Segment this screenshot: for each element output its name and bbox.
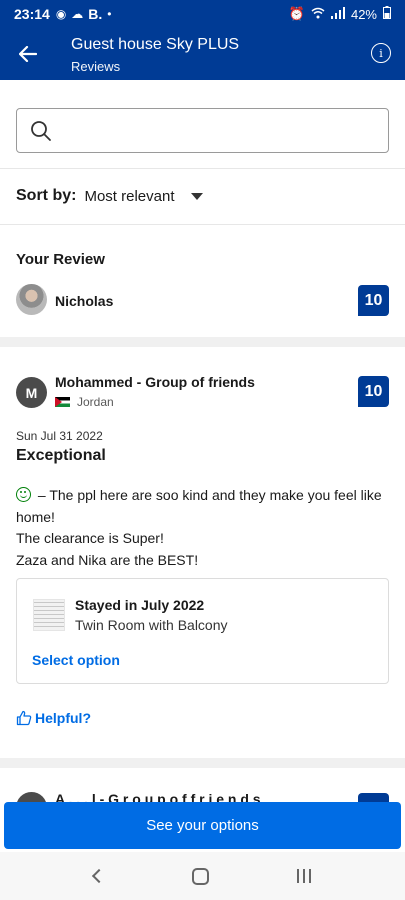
review-body: – The ppl here are soo kind and they mak… <box>16 485 386 571</box>
avatar <box>16 284 47 315</box>
reviewer-avatar: M <box>16 377 47 408</box>
search-input[interactable] <box>63 117 373 145</box>
notification-letter: B. <box>88 6 103 22</box>
system-nav-bar <box>0 852 405 900</box>
info-button[interactable]: i <box>371 43 391 63</box>
reviewer-avatar <box>16 792 47 802</box>
section-gap <box>0 758 405 768</box>
search-box[interactable] <box>16 108 389 153</box>
page-title: Guest house Sky PLUS <box>71 36 240 53</box>
nav-back-icon[interactable] <box>91 868 107 884</box>
room-type: Twin Room with Balcony <box>75 617 228 633</box>
divider <box>0 168 405 169</box>
alarm-icon: ⏰ <box>288 6 305 21</box>
stay-date: Stayed in July 2022 <box>75 597 205 613</box>
your-review-score-badge: 10 <box>358 285 389 316</box>
reviewer-country-name: Jordan <box>77 395 114 409</box>
signal-icon <box>330 6 345 22</box>
stay-info-card: Stayed in July 2022 Twin Room with Balco… <box>16 578 389 684</box>
your-review-heading: Your Review <box>16 251 105 268</box>
more-notifications-dot: • <box>107 7 112 21</box>
arrow-left-icon <box>19 46 37 62</box>
status-right: ⏰ 42% <box>289 6 391 22</box>
sort-label: Sort by: <box>16 187 77 204</box>
battery-percent: 42% <box>350 6 377 22</box>
status-bar: 23:14 ◉ ☁ B. • ⏰ 42% <box>0 0 405 28</box>
caret-down-icon <box>190 192 203 200</box>
wifi-icon <box>311 7 325 22</box>
page-subtitle: Reviews <box>71 59 121 74</box>
reviewer-name: A . . . l - G r o u p o f f r i e n d s <box>55 791 261 802</box>
jordan-flag-icon <box>55 397 70 407</box>
section-gap <box>0 337 405 347</box>
info-icon: i <box>379 46 383 60</box>
smiley-positive-icon <box>16 487 31 502</box>
sort-dropdown[interactable]: Sort by: Most relevant <box>16 187 203 205</box>
nav-home-icon[interactable] <box>192 867 209 885</box>
see-your-options-button[interactable]: See your options <box>4 802 401 849</box>
room-thumbnail <box>33 599 65 631</box>
review-body-line: – The ppl here are soo kind and they mak… <box>16 487 382 525</box>
review-date: Sun Jul 31 2022 <box>16 429 103 443</box>
helpful-button[interactable]: Helpful? <box>16 710 91 726</box>
status-notification-icons: ◉ ☁ B. • <box>56 6 112 22</box>
select-option-link[interactable]: Select option <box>32 652 120 668</box>
search-icon <box>31 121 51 141</box>
nav-recent-apps-icon[interactable] <box>297 869 311 883</box>
sort-value: Most relevant <box>84 187 175 205</box>
notification-app-icon: ◉ <box>55 7 67 21</box>
review-score-badge <box>358 793 389 802</box>
review-body-line: Zaza and Nika are the BEST! <box>16 551 199 568</box>
your-review-name: Nicholas <box>55 293 114 309</box>
cloud-icon: ☁ <box>71 7 84 21</box>
reviewer-name: Mohammed - Group of friends <box>55 374 255 390</box>
helpful-label: Helpful? <box>35 710 91 726</box>
review-headline: Exceptional <box>16 447 106 464</box>
app-bar: Guest house Sky PLUS Reviews i <box>0 28 405 80</box>
review-body-line: The clearance is Super! <box>16 530 164 546</box>
reviewer-country: Jordan <box>55 395 114 409</box>
battery-icon <box>383 6 391 22</box>
back-button[interactable] <box>14 40 42 68</box>
thumbs-up-icon <box>16 710 32 726</box>
next-review-partial: A . . . l - G r o u p o f f r i e n d s <box>16 788 389 802</box>
divider <box>0 224 405 225</box>
status-time: 23:14 <box>14 6 50 22</box>
review-score-badge: 10 <box>358 376 389 407</box>
